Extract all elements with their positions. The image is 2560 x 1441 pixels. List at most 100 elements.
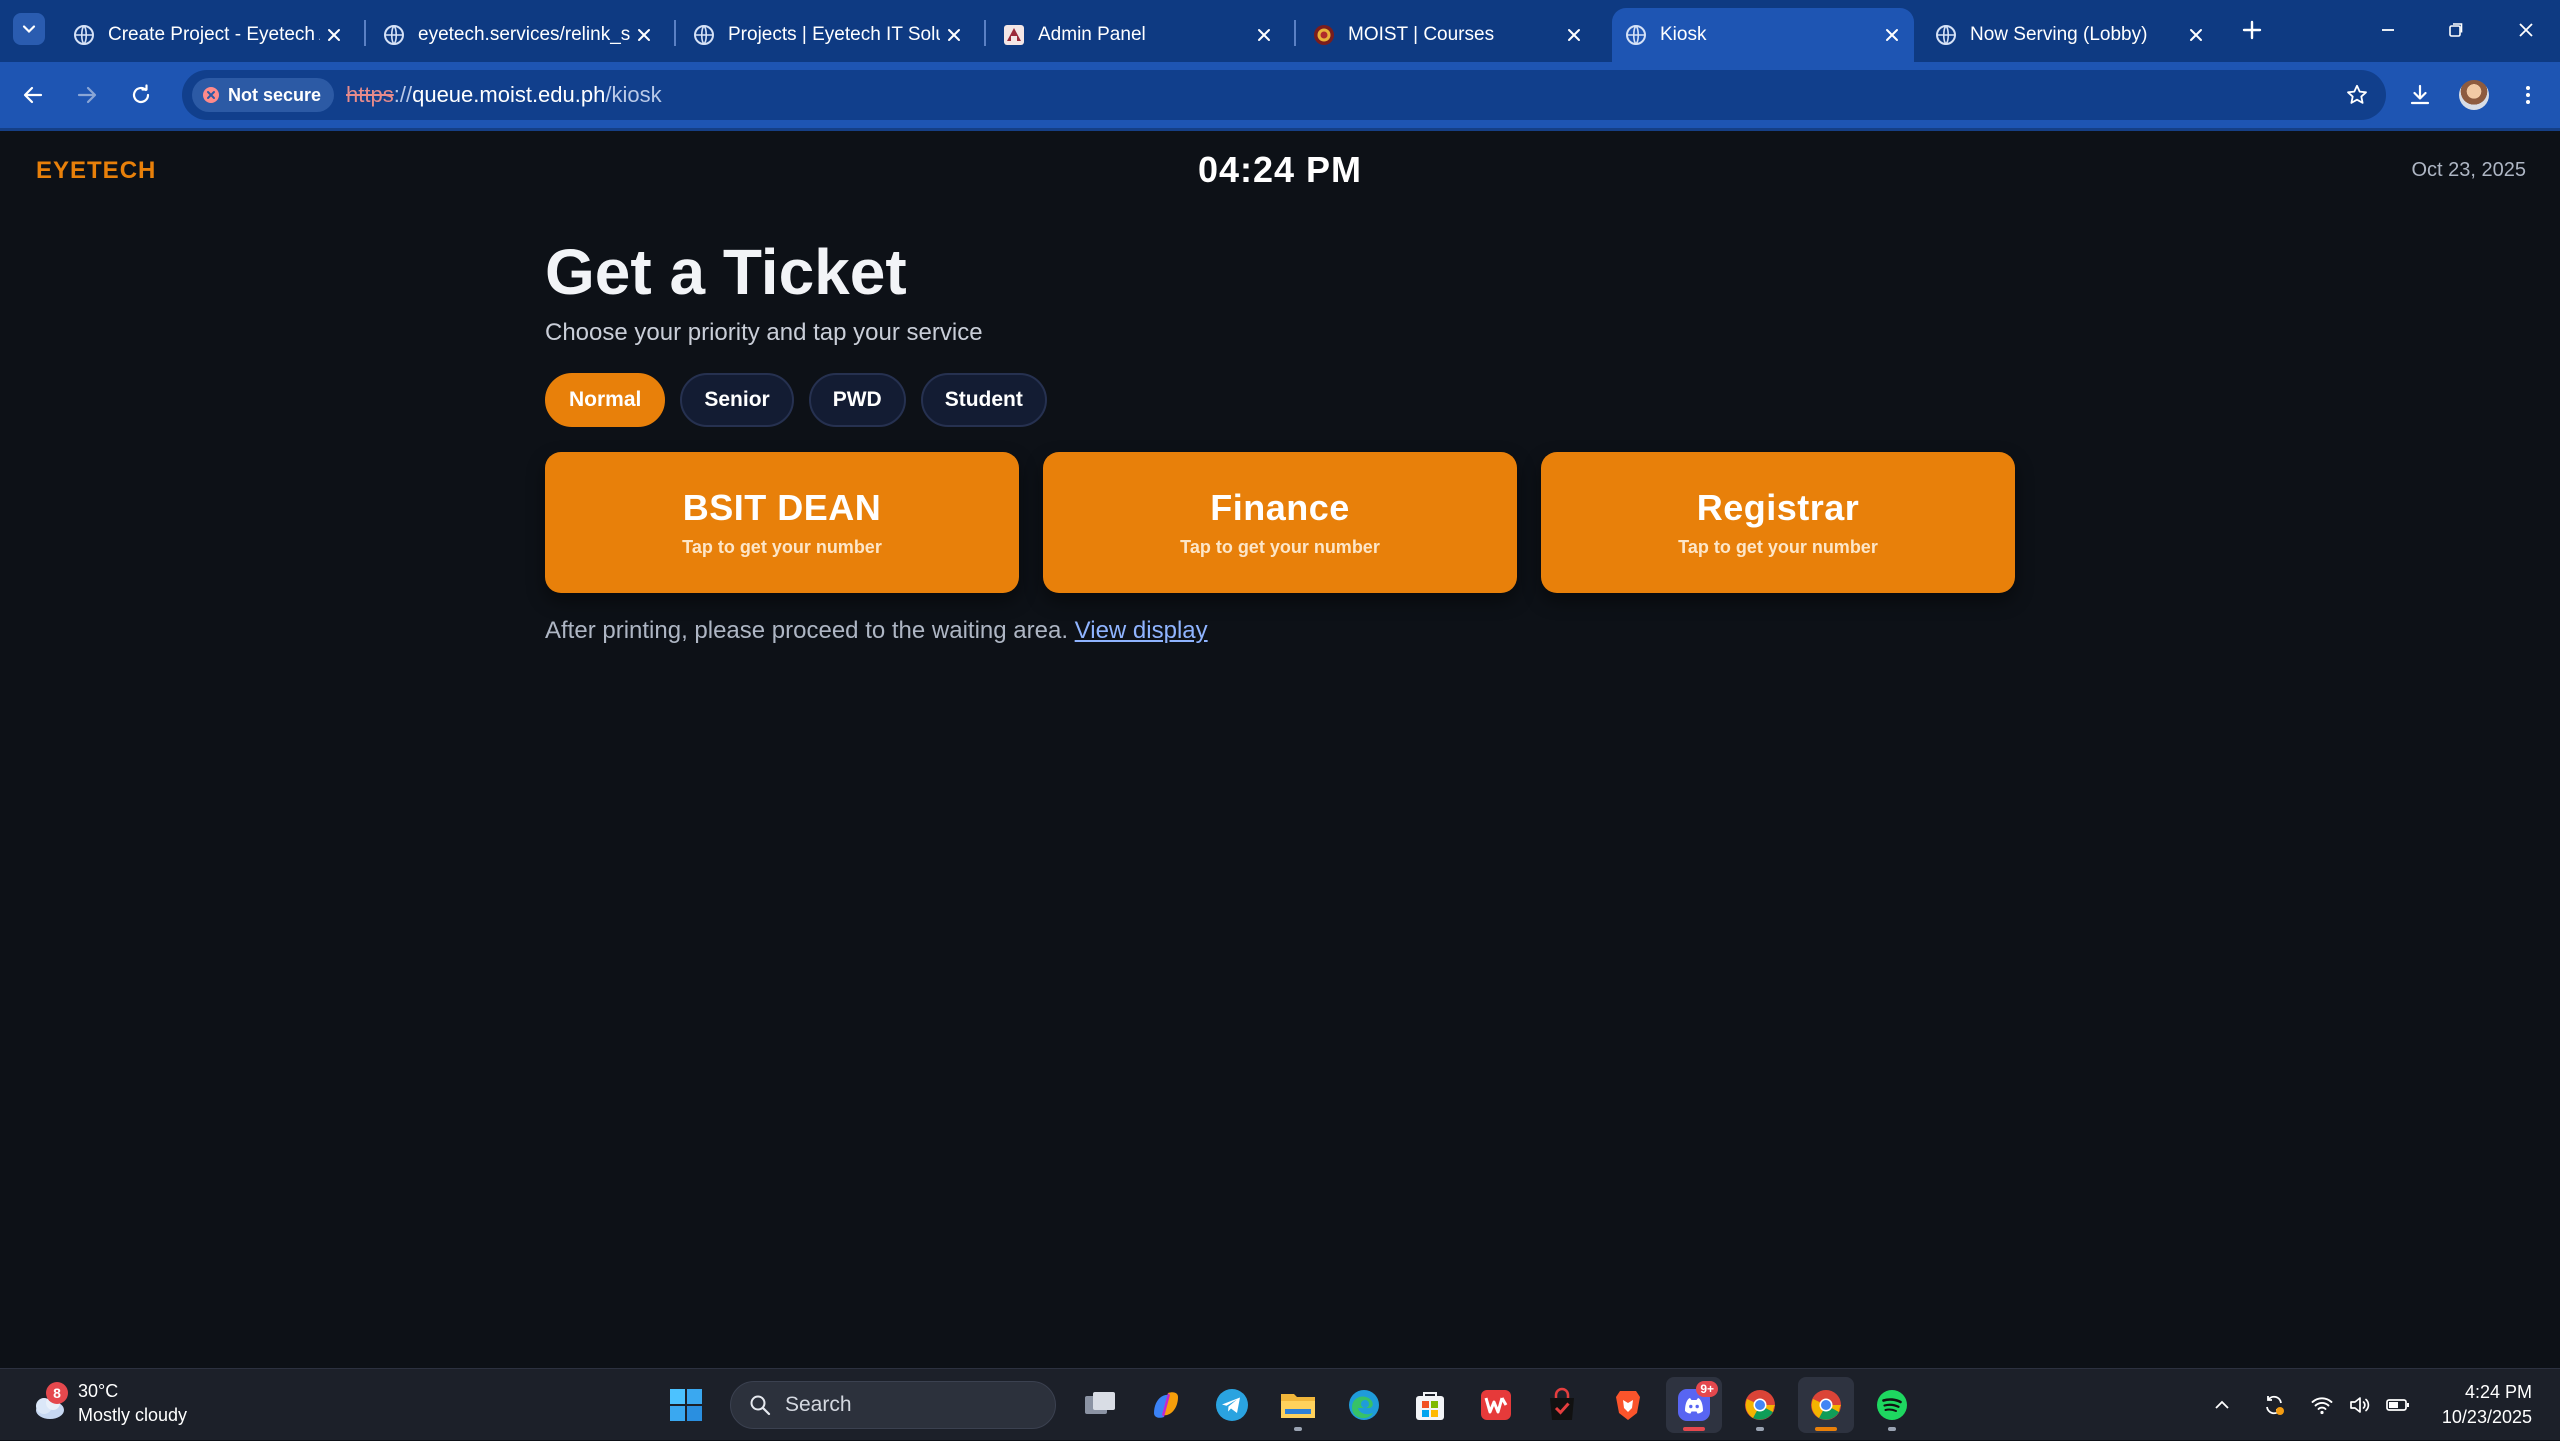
moist-favicon xyxy=(1314,25,1334,45)
running-indicator xyxy=(1815,1427,1837,1431)
address-bar[interactable]: Not secure https://queue.moist.edu.ph/ki… xyxy=(182,70,2386,120)
taskbar-apps: Search 9+ xyxy=(658,1377,1920,1433)
browser-menu-button[interactable] xyxy=(2510,77,2546,113)
tab-create-project[interactable]: Create Project - Eyetech A xyxy=(60,8,356,62)
priority-pwd-button[interactable]: PWD xyxy=(808,373,906,427)
weather-temperature: 30°C xyxy=(78,1381,119,1401)
service-hint: Tap to get your number xyxy=(1678,537,1878,557)
url-text: https://queue.moist.edu.ph/kiosk xyxy=(346,82,662,108)
sync-icon xyxy=(2266,1395,2284,1415)
battery-button[interactable] xyxy=(2380,1387,2416,1423)
tab-title: MOIST | Courses xyxy=(1348,24,1495,45)
edge-button[interactable] xyxy=(1336,1377,1392,1433)
tab-now-serving[interactable]: Now Serving (Lobby) xyxy=(1922,8,2218,62)
tab-projects[interactable]: Projects | Eyetech IT Soluti xyxy=(680,8,976,62)
security-chip[interactable]: Not secure xyxy=(192,78,335,112)
discord-notification-badge: 9+ xyxy=(1696,1381,1718,1397)
priority-normal-button[interactable]: Normal xyxy=(545,373,666,427)
show-hidden-icons-button[interactable] xyxy=(2204,1387,2240,1423)
globe-icon xyxy=(694,25,714,45)
page-subtitle: Choose your priority and tap your servic… xyxy=(545,319,983,346)
tab-strip: Create Project - Eyetech A eyetech.servi… xyxy=(0,0,2560,62)
close-tab-icon[interactable] xyxy=(940,21,968,49)
service-finance-button[interactable]: Finance Tap to get your number xyxy=(1043,452,1517,593)
tab-kiosk[interactable]: Kiosk xyxy=(1612,8,1914,62)
tab-relink[interactable]: eyetech.services/relink_stu xyxy=(370,8,666,62)
back-button[interactable] xyxy=(15,77,51,113)
chrome-icon xyxy=(1811,1390,1841,1420)
chrome-profile-2-button[interactable] xyxy=(1798,1377,1854,1433)
chrome-profile-1-button[interactable] xyxy=(1732,1377,1788,1433)
tab-divider xyxy=(674,20,676,46)
close-tab-icon[interactable] xyxy=(1250,21,1278,49)
close-tab-icon[interactable] xyxy=(2182,21,2210,49)
minimize-button[interactable] xyxy=(2368,10,2408,50)
url-scheme: https xyxy=(346,82,394,107)
taskbar-search-placeholder: Search xyxy=(785,1393,852,1416)
start-button[interactable] xyxy=(658,1377,714,1433)
volume-button[interactable] xyxy=(2342,1387,2378,1423)
tab-admin-panel[interactable]: Admin Panel xyxy=(990,8,1286,62)
close-window-button[interactable] xyxy=(2506,10,2546,50)
copilot-button[interactable] xyxy=(1138,1377,1194,1433)
discord-button[interactable]: 9+ xyxy=(1666,1377,1722,1433)
brave-button[interactable] xyxy=(1600,1377,1656,1433)
running-indicator xyxy=(1683,1427,1705,1431)
url-host: queue.moist.edu.ph xyxy=(412,82,606,107)
tab-divider xyxy=(1294,20,1296,46)
forward-button[interactable] xyxy=(69,77,105,113)
tab-title: Projects | Eyetech IT Soluti xyxy=(728,24,940,45)
wps-icon xyxy=(1481,1390,1511,1420)
tab-moist-courses[interactable]: MOIST | Courses xyxy=(1300,8,1596,62)
tab-title: Now Serving (Lobby) xyxy=(1970,24,2148,45)
bookmark-button[interactable] xyxy=(2342,80,2372,110)
file-explorer-button[interactable] xyxy=(1270,1377,1326,1433)
service-registrar-button[interactable]: Registrar Tap to get your number xyxy=(1541,452,2015,593)
telegram-icon xyxy=(1216,1389,1248,1421)
running-indicator xyxy=(1888,1427,1896,1431)
close-tab-icon[interactable] xyxy=(1878,21,1906,49)
view-display-link[interactable]: View display xyxy=(1075,617,1208,644)
restore-icon xyxy=(2449,23,2463,37)
tab-search-button[interactable] xyxy=(13,13,45,45)
taskbar-search-box[interactable]: Search xyxy=(730,1381,1056,1429)
sync-status-button[interactable] xyxy=(2256,1387,2292,1423)
microsoft-store-button[interactable] xyxy=(1402,1377,1458,1433)
priority-student-button[interactable]: Student xyxy=(920,373,1047,427)
download-icon xyxy=(2410,84,2430,105)
task-view-button[interactable] xyxy=(1072,1377,1128,1433)
close-tab-icon[interactable] xyxy=(630,21,658,49)
close-tab-icon[interactable] xyxy=(320,21,348,49)
tab-title: Create Project - Eyetech A xyxy=(108,24,320,45)
brave-lion-icon xyxy=(1616,1391,1640,1420)
reload-button[interactable] xyxy=(123,77,159,113)
security-app-button[interactable] xyxy=(1534,1377,1590,1433)
browser-toolbar: Not secure https://queue.moist.edu.ph/ki… xyxy=(0,62,2560,128)
wifi-button[interactable] xyxy=(2304,1387,2340,1423)
priority-senior-button[interactable]: Senior xyxy=(680,373,794,427)
close-tab-icon[interactable] xyxy=(1560,21,1588,49)
speaker-icon xyxy=(2350,1397,2370,1413)
system-time: 4:24 PM xyxy=(2464,1382,2532,1402)
running-indicator xyxy=(1756,1427,1764,1431)
spotify-button[interactable] xyxy=(1864,1377,1920,1433)
new-tab-button[interactable] xyxy=(2236,14,2268,46)
weather-widget[interactable]: 8 30°C Mostly cloudy xyxy=(26,1379,187,1427)
store-icon xyxy=(1416,1392,1444,1420)
wps-office-button[interactable] xyxy=(1468,1377,1524,1433)
profile-button[interactable] xyxy=(2456,77,2492,113)
url-path: /kiosk xyxy=(605,82,662,107)
tab-title: Admin Panel xyxy=(1038,24,1146,45)
globe-icon xyxy=(1936,25,1956,45)
telegram-button[interactable] xyxy=(1204,1377,1260,1433)
service-hint: Tap to get your number xyxy=(1180,537,1380,557)
star-icon xyxy=(2347,84,2367,104)
tab-divider xyxy=(364,20,366,46)
restore-button[interactable] xyxy=(2436,10,2476,50)
windows-logo-icon xyxy=(670,1389,702,1421)
downloads-button[interactable] xyxy=(2402,77,2438,113)
system-clock[interactable]: 4:24 PM 10/23/2025 xyxy=(2442,1380,2532,1430)
spotify-icon xyxy=(1877,1390,1907,1420)
service-bsit-dean-button[interactable]: BSIT DEAN Tap to get your number xyxy=(545,452,1019,593)
priority-selector: Normal Senior PWD Student xyxy=(545,373,1047,427)
